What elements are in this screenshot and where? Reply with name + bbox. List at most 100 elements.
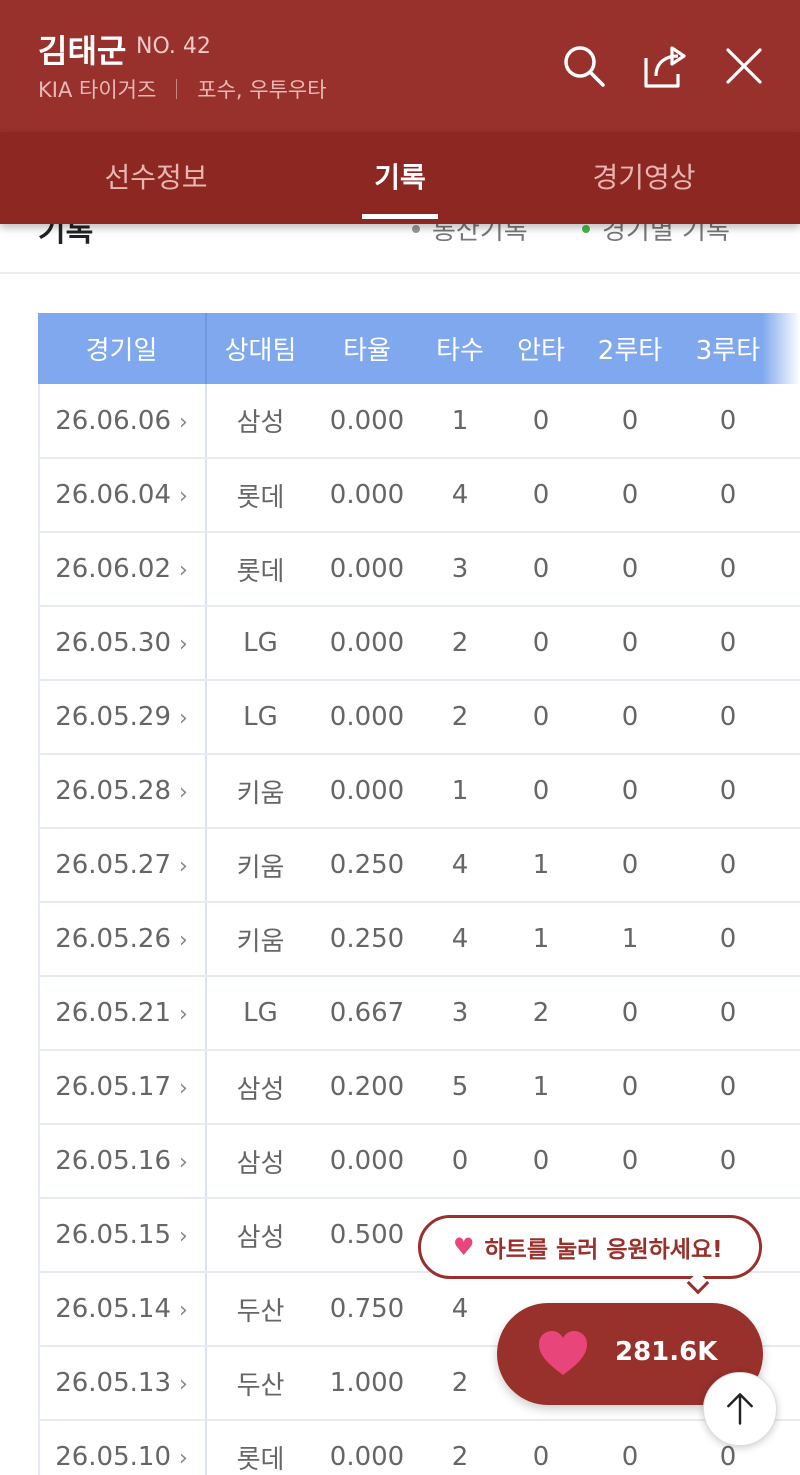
game-date-label: 26.05.15 [55,1220,171,1250]
cell-overflow [778,1272,800,1347]
cell-triples: 0 [678,680,778,755]
cell-avg: 0.750 [314,1272,420,1347]
cell-date[interactable]: 26.05.13 › [38,1346,207,1421]
table-header-row: 경기일 상대팀 타율 타수 안타 2루타 3루타 [38,313,800,384]
close-icon [726,48,762,84]
table-row: 26.05.28 › 키움 0.000 1 0 0 0 [38,754,800,829]
cell-overflow [778,680,800,755]
cell-date[interactable]: 26.05.30 › [38,606,207,681]
search-icon [564,46,605,87]
chevron-right-icon: › [178,1002,188,1027]
cell-triples: 0 [678,458,778,533]
cell-overflow [778,1420,800,1475]
cell-at-bats: 2 [420,1420,500,1475]
share-button[interactable] [638,40,690,92]
cell-avg: 0.200 [314,1050,420,1125]
close-button[interactable] [718,40,770,92]
table-row: 26.05.16 › 삼성 0.000 0 0 0 0 [38,1124,800,1199]
records-table-container[interactable]: 경기일 상대팀 타율 타수 안타 2루타 3루타 26.06.06 › 삼성 0.00… [38,313,800,1475]
chevron-right-icon: › [178,706,188,731]
cell-at-bats: 2 [420,1346,500,1421]
cell-at-bats: 1 [420,384,500,459]
game-date-label: 26.05.10 [55,1442,171,1472]
cell-doubles: 0 [582,1050,678,1125]
cell-hits: 1 [500,902,582,977]
cell-at-bats: 2 [420,606,500,681]
cell-hits: 0 [500,532,582,607]
cell-avg: 0.000 [314,754,420,829]
header-doubles[interactable]: 2루타 [582,313,678,384]
cell-hits: 0 [500,384,582,459]
header-opponent[interactable]: 상대팀 [206,313,314,384]
table-row: 26.05.17 › 삼성 0.200 5 1 0 0 [38,1050,800,1125]
cell-date[interactable]: 26.05.21 › [38,976,207,1051]
header-avg[interactable]: 타율 [314,313,420,384]
cell-overflow [778,532,800,607]
header-date[interactable]: 경기일 [38,313,207,384]
cell-at-bats: 0 [420,1124,500,1199]
chevron-right-icon: › [178,409,188,435]
cell-date[interactable]: 26.05.15 › [38,1198,207,1273]
cell-doubles: 0 [582,1420,678,1475]
cell-opponent: 두산 [206,1346,314,1421]
cell-date[interactable]: 26.06.06 › [38,384,207,459]
cell-opponent: 키움 [206,754,314,829]
game-date-label: 26.05.29 [55,702,171,732]
cell-doubles: 0 [582,680,678,755]
tab-records[interactable]: 기록 [300,132,500,220]
cell-date[interactable]: 26.05.16 › [38,1124,207,1199]
player-info: KIA 타이거즈 포수, 우투우타 [38,74,327,104]
tab-player-info[interactable]: 선수정보 [0,132,312,220]
cell-avg: 0.000 [314,1124,420,1199]
cell-date[interactable]: 26.05.17 › [38,1050,207,1125]
game-date-label: 26.05.28 [55,776,171,806]
cell-overflow [778,1346,800,1421]
cell-triples: 0 [678,902,778,977]
cell-date[interactable]: 26.05.29 › [38,680,207,755]
game-date-label: 26.05.27 [55,850,171,880]
cell-doubles: 0 [582,606,678,681]
chevron-right-icon: › [178,928,188,953]
cell-opponent: 두산 [206,1272,314,1347]
game-date-label: 26.05.16 [55,1146,171,1176]
search-button[interactable] [558,40,610,92]
header-hits[interactable]: 안타 [500,313,582,384]
chevron-right-icon: › [178,1150,188,1175]
cell-opponent: 삼성 [206,1198,314,1273]
cell-date[interactable]: 26.05.10 › [38,1420,207,1475]
chevron-right-icon: › [178,558,188,583]
green-dot-icon [582,224,590,233]
cell-date[interactable]: 26.05.26 › [38,902,207,977]
cell-date[interactable]: 26.05.14 › [38,1272,207,1347]
game-date-label: 26.06.04 [55,480,171,510]
cell-avg: 0.000 [314,606,420,681]
cell-hits: 0 [500,1124,582,1199]
cell-date[interactable]: 26.06.04 › [38,458,207,533]
cell-overflow [778,1198,800,1273]
cell-date[interactable]: 26.06.02 › [38,532,207,607]
chevron-right-icon: › [178,632,188,657]
cell-date[interactable]: 26.05.27 › [38,828,207,903]
chevron-right-icon: › [178,1298,188,1323]
cell-avg: 0.000 [314,1420,420,1475]
cell-hits: 0 [500,754,582,829]
cell-avg: 1.000 [314,1346,420,1421]
tab-game-video[interactable]: 경기영상 [488,132,800,220]
team-name: KIA 타이거즈 [38,78,157,102]
player-name: 김태군 [38,32,127,70]
game-date-label: 26.05.21 [55,998,171,1028]
chevron-right-icon: › [178,854,188,879]
scroll-top-button[interactable] [703,1372,777,1446]
active-tab-indicator [362,214,438,219]
cell-avg: 0.000 [314,384,420,459]
table-row: 26.05.21 › LG 0.667 3 2 0 0 [38,976,800,1051]
cell-hits: 2 [500,976,582,1051]
cell-opponent: 삼성 [206,1124,314,1199]
cell-date[interactable]: 26.05.28 › [38,754,207,829]
cheer-tooltip-text: 하트를 눌러 응원하세요! [484,1237,723,1263]
cell-hits: 1 [500,828,582,903]
cheer-tooltip: ♥ 하트를 눌러 응원하세요! [418,1215,762,1279]
cell-triples: 0 [678,754,778,829]
records-table: 경기일 상대팀 타율 타수 안타 2루타 3루타 26.06.06 › 삼성 0.00… [38,313,800,1475]
header-at-bats[interactable]: 타수 [420,313,500,384]
